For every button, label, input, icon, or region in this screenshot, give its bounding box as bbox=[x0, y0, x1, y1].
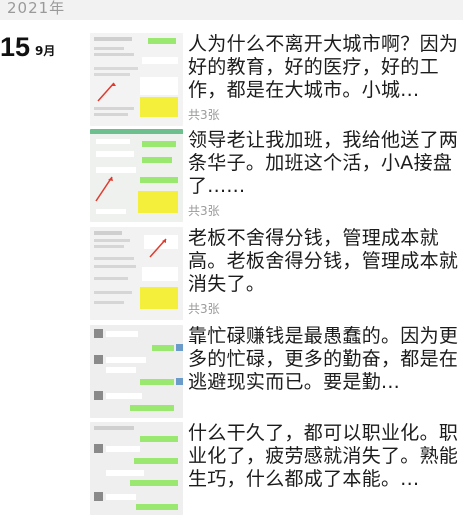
post-text-3: 老板不舍得分钱，管理成本就高。老板舍得分钱，管理成本就消失了。 bbox=[188, 227, 459, 295]
post-thumbnail-1[interactable] bbox=[90, 33, 183, 126]
year-label: 2021年 bbox=[7, 0, 66, 17]
image-count-1: 共3张 bbox=[188, 108, 220, 122]
chat-screenshot-image bbox=[90, 129, 183, 222]
image-count-3: 共3张 bbox=[188, 302, 220, 316]
moment-post-3[interactable]: 老板不舍得分钱，管理成本就高。老板舍得分钱，管理成本就消失了。 共3张 bbox=[90, 227, 463, 320]
post-text-5: 什么干久了，都可以职业化。职业化了，疲劳感就消失了。熟能生巧，什么都成了本能。.… bbox=[188, 422, 459, 490]
post-text-2: 领导老让我加班，我给他送了两条华子。加班这个活，小A接盘了...... bbox=[188, 129, 459, 197]
image-count-2: 共3张 bbox=[188, 204, 220, 218]
post-thumbnail-2[interactable] bbox=[90, 129, 183, 222]
chat-screenshot-image bbox=[90, 422, 183, 515]
post-thumbnail-4[interactable] bbox=[90, 325, 183, 418]
date-day: 15 bbox=[0, 32, 31, 62]
post-text-4: 靠忙碌赚钱是最愚蠢的。因为更多的忙碌，更多的勤奋，都是在逃避现实而已。要是勤..… bbox=[188, 325, 459, 393]
moment-post-2[interactable]: 领导老让我加班，我给他送了两条华子。加班这个活，小A接盘了...... 共3张 bbox=[90, 129, 463, 222]
post-thumbnail-5[interactable] bbox=[90, 422, 183, 515]
chat-screenshot-image bbox=[90, 325, 183, 418]
date-month: 9月 bbox=[35, 44, 56, 58]
post-thumbnail-3[interactable] bbox=[90, 227, 183, 320]
moment-post-1[interactable]: 人为什么不离开大城市啊？因为好的教育，好的医疗，好的工作，都是在大城市。小城..… bbox=[90, 33, 463, 126]
post-text-1: 人为什么不离开大城市啊？因为好的教育，好的医疗，好的工作，都是在大城市。小城..… bbox=[188, 33, 459, 101]
year-header-bar: 2021年 bbox=[0, 0, 463, 20]
moment-post-5[interactable]: 什么干久了，都可以职业化。职业化了，疲劳感就消失了。熟能生巧，什么都成了本能。.… bbox=[90, 422, 463, 515]
chat-screenshot-image bbox=[90, 227, 183, 320]
moment-post-4[interactable]: 靠忙碌赚钱是最愚蠢的。因为更多的忙碌，更多的勤奋，都是在逃避现实而已。要是勤..… bbox=[90, 325, 463, 418]
chat-screenshot-image bbox=[90, 33, 183, 126]
